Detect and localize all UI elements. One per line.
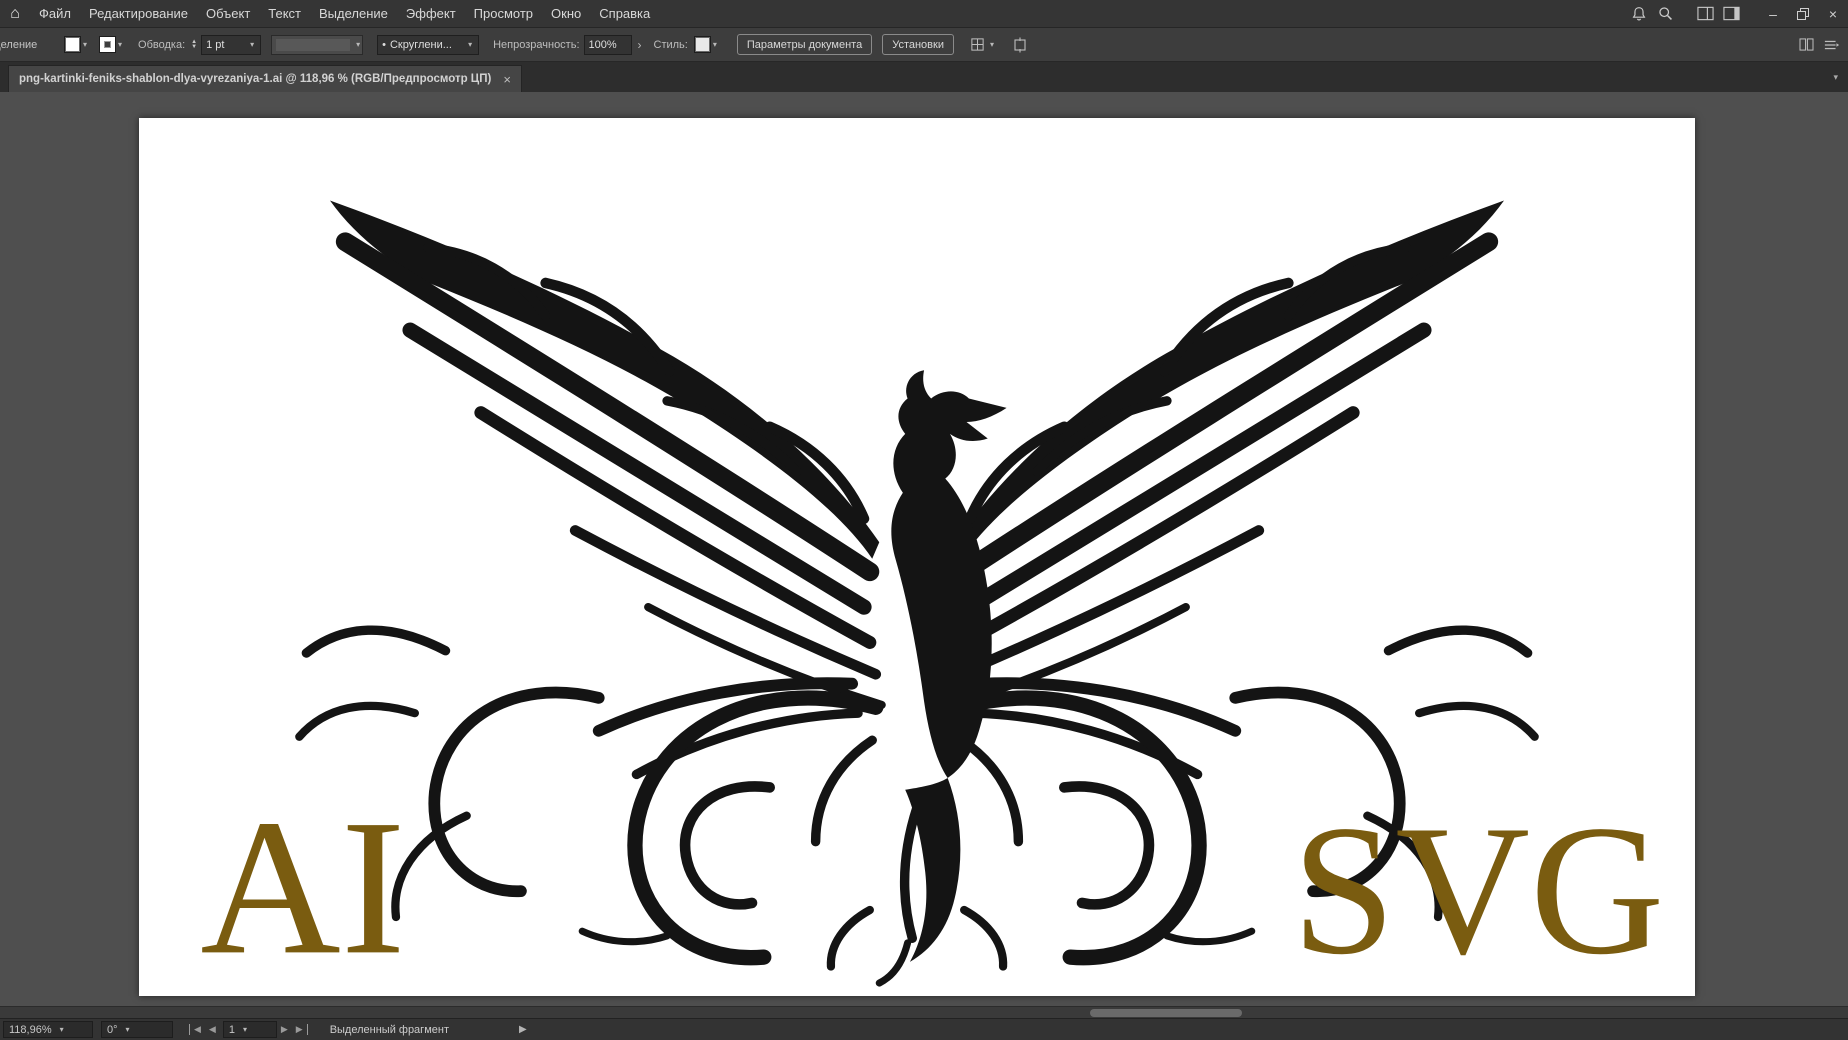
transform-chevron-icon[interactable]: ▾	[988, 40, 996, 49]
workspace-switcher-button[interactable]	[1692, 0, 1718, 28]
restore-icon	[1797, 7, 1809, 20]
illustrator-window: ⌂ Файл Редактирование Объект Текст Выдел…	[0, 0, 1848, 1040]
stroke-weight-field[interactable]: 1 pt ▾	[201, 34, 262, 55]
document-tab-strip: png-kartinki-feniks-shablon-dlya-vyrezan…	[0, 62, 1848, 92]
tab-close-icon[interactable]: ×	[503, 72, 511, 87]
bell-icon	[1632, 6, 1646, 21]
stroke-weight-chevron-icon: ▾	[250, 40, 255, 49]
phoenix-body	[875, 370, 1007, 987]
opacity-panel-arrow-icon[interactable]: ›	[636, 38, 644, 52]
last-artboard-button[interactable]: ▶	[292, 1024, 308, 1035]
status-menu-arrow-icon[interactable]: ▶	[519, 1024, 527, 1035]
first-artboard-button[interactable]: ◀	[189, 1024, 205, 1035]
menubar-right-cluster: – ×	[1626, 0, 1848, 28]
search-button[interactable]	[1652, 0, 1678, 28]
close-icon: ×	[1828, 5, 1838, 22]
phoenix-artwork[interactable]: AI SVG	[139, 118, 1695, 996]
stroke-chevron-icon[interactable]: ▾	[116, 40, 124, 49]
width-profile-dropdown[interactable]: ▾	[271, 34, 364, 55]
canvas-pasteboard[interactable]: AI SVG	[0, 92, 1848, 1006]
artboard-text-ai[interactable]: AI	[200, 780, 405, 995]
menu-window[interactable]: Окно	[542, 0, 590, 28]
artboard-text-svg[interactable]: SVG	[1292, 787, 1665, 993]
stepper-down-icon: ▼	[191, 43, 198, 50]
menu-type[interactable]: Текст	[259, 0, 310, 28]
stroke-weight-stepper[interactable]: ▲ ▼	[191, 39, 198, 50]
isolate-icon	[1014, 37, 1026, 52]
rotation-dropdown[interactable]: 0° ▾	[101, 1021, 173, 1038]
transform-reference-icon	[971, 38, 985, 51]
workspace-columns-icon	[1696, 6, 1714, 21]
panel-layout-icon	[1722, 6, 1740, 21]
width-profile-preview	[276, 38, 351, 51]
status-display[interactable]: Выделенный фрагмент	[330, 1024, 449, 1036]
artboard-chevron-icon: ▾	[242, 1025, 247, 1034]
menu-help[interactable]: Справка	[590, 0, 659, 28]
arrange-documents-icon	[1798, 38, 1814, 51]
previous-artboard-button[interactable]: ◀	[205, 1024, 220, 1035]
isolate-object-button[interactable]	[1010, 35, 1030, 55]
document-setup-button[interactable]: Параметры документа	[736, 34, 873, 55]
fill-color-swatch[interactable]	[64, 36, 81, 53]
rotation-chevron-icon: ▾	[125, 1025, 130, 1034]
fill-chevron-icon[interactable]: ▾	[81, 40, 89, 49]
control-panel-menu-button[interactable]	[1822, 35, 1842, 55]
next-artboard-button[interactable]: ▶	[277, 1024, 292, 1035]
main-menu: Файл Редактирование Объект Текст Выделен…	[30, 0, 659, 28]
home-icon: ⌂	[10, 4, 20, 22]
brush-dot-icon: •	[382, 38, 386, 51]
graphic-style-swatch[interactable]	[693, 36, 711, 53]
brush-chevron-icon: ▾	[468, 40, 473, 49]
control-bar: Выделение ▾ ▾ Обводка: ▲ ▼ 1 pt ▾ ▾ • Ск…	[0, 28, 1848, 62]
menu-file[interactable]: Файл	[30, 0, 80, 28]
stroke-weight-label: Обводка:	[138, 38, 186, 51]
style-label: Стиль:	[653, 38, 688, 51]
preferences-button[interactable]: Установки	[882, 34, 954, 55]
home-button[interactable]: ⌂	[0, 0, 30, 28]
menu-edit[interactable]: Редактирование	[80, 0, 197, 28]
horizontal-scrollbar[interactable]	[0, 1006, 1848, 1018]
transform-reference-button[interactable]	[968, 35, 988, 55]
zoom-chevron-icon: ▾	[59, 1025, 64, 1034]
minimize-icon: –	[1769, 5, 1777, 22]
profile-chevron-icon: ▾	[356, 40, 361, 49]
panel-layout-button[interactable]	[1718, 0, 1744, 28]
horizontal-scrollbar-thumb[interactable]	[1090, 1009, 1242, 1017]
opacity-label: Непрозрачность:	[493, 38, 580, 51]
menu-view[interactable]: Просмотр	[465, 0, 542, 28]
minimize-button[interactable]: –	[1758, 0, 1788, 28]
panel-menu-icon	[1824, 40, 1840, 49]
menu-select[interactable]: Выделение	[310, 0, 397, 28]
artboard[interactable]: AI SVG	[139, 118, 1695, 996]
zoom-level-dropdown[interactable]: 118,96% ▾	[3, 1021, 93, 1038]
menu-object[interactable]: Объект	[197, 0, 259, 28]
arrange-documents-button[interactable]	[1796, 35, 1816, 55]
stroke-color-swatch[interactable]	[99, 36, 117, 53]
menu-effect[interactable]: Эффект	[397, 0, 465, 28]
document-tab-title: png-kartinki-feniks-shablon-dlya-vyrezan…	[19, 73, 492, 85]
search-icon	[1658, 7, 1672, 20]
restore-button[interactable]	[1788, 0, 1818, 28]
notifications-button[interactable]	[1626, 0, 1652, 28]
close-window-button[interactable]: ×	[1818, 0, 1848, 28]
status-bar: 118,96% ▾ 0° ▾ ◀ ◀ 1 ▾ ▶ ▶ Выделенный фр…	[0, 1018, 1848, 1040]
brush-definition-dropdown[interactable]: • Скруглени... ▾	[377, 34, 480, 55]
style-chevron-icon[interactable]: ▾	[711, 40, 719, 49]
menu-bar: ⌂ Файл Редактирование Объект Текст Выдел…	[0, 0, 1848, 28]
tab-overflow-chevron-icon[interactable]: ▾	[1833, 72, 1838, 83]
document-tab[interactable]: png-kartinki-feniks-shablon-dlya-vyrezan…	[8, 65, 522, 92]
opacity-field[interactable]: 100%	[583, 34, 632, 55]
artboard-number-field[interactable]: 1 ▾	[222, 1021, 277, 1038]
active-tool-label: Выделение	[0, 38, 38, 51]
